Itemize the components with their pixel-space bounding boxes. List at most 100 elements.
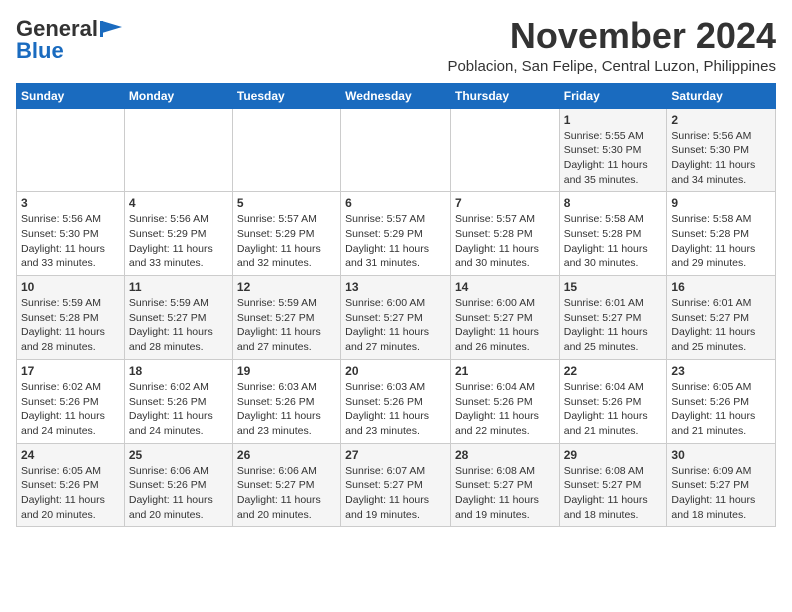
calendar-cell: 6 Sunrise: 5:57 AM Sunset: 5:29 PM Daylig… <box>341 192 451 276</box>
day-detail: Sunrise: 6:01 AM Sunset: 5:27 PM Dayligh… <box>564 296 663 355</box>
day-number: 5 <box>237 196 336 210</box>
day-detail: Sunrise: 5:59 AM Sunset: 5:27 PM Dayligh… <box>237 296 336 355</box>
calendar-cell: 9 Sunrise: 5:58 AM Sunset: 5:28 PM Daylig… <box>667 192 776 276</box>
day-detail: Sunrise: 6:01 AM Sunset: 5:27 PM Dayligh… <box>671 296 771 355</box>
calendar-cell: 21Sunrise: 6:04 AM Sunset: 5:26 PM Dayli… <box>450 359 559 443</box>
calendar-cell: 20 Sunrise: 6:03 AM Sunset: 5:26 PM Dayli… <box>341 359 451 443</box>
calendar-cell: 27 Sunrise: 6:07 AM Sunset: 5:27 PM Dayli… <box>341 443 451 527</box>
calendar-cell <box>232 108 340 192</box>
calendar-cell: 25 Sunrise: 6:06 AM Sunset: 5:26 PM Dayli… <box>124 443 232 527</box>
calendar-cell: 3 Sunrise: 5:56 AM Sunset: 5:30 PM Daylig… <box>17 192 125 276</box>
weekday-header-tuesday: Tuesday <box>232 83 340 108</box>
calendar-cell: 23 Sunrise: 6:05 AM Sunset: 5:26 PM Dayli… <box>667 359 776 443</box>
calendar-cell: 2 Sunrise: 5:56 AM Sunset: 5:30 PM Daylig… <box>667 108 776 192</box>
day-detail: Sunrise: 5:56 AM Sunset: 5:30 PM Dayligh… <box>21 212 120 271</box>
weekday-header-wednesday: Wednesday <box>341 83 451 108</box>
day-detail: Sunrise: 5:57 AM Sunset: 5:28 PM Dayligh… <box>455 212 555 271</box>
day-number: 23 <box>671 364 771 378</box>
weekday-header-row: SundayMondayTuesdayWednesdayThursdayFrid… <box>17 83 776 108</box>
day-detail: Sunrise: 5:58 AM Sunset: 5:28 PM Dayligh… <box>671 212 771 271</box>
calendar-cell: 7 Sunrise: 5:57 AM Sunset: 5:28 PM Daylig… <box>450 192 559 276</box>
day-detail: Sunrise: 5:57 AM Sunset: 5:29 PM Dayligh… <box>345 212 446 271</box>
weekday-header-monday: Monday <box>124 83 232 108</box>
day-number: 30 <box>671 448 771 462</box>
day-detail: Sunrise: 6:08 AM Sunset: 5:27 PM Dayligh… <box>455 464 555 523</box>
day-number: 11 <box>129 280 228 294</box>
day-number: 29 <box>564 448 663 462</box>
day-number: 13 <box>345 280 446 294</box>
calendar: SundayMondayTuesdayWednesdayThursdayFrid… <box>16 83 776 528</box>
calendar-cell: 29Sunrise: 6:08 AM Sunset: 5:27 PM Dayli… <box>559 443 667 527</box>
day-number: 20 <box>345 364 446 378</box>
weekday-header-thursday: Thursday <box>450 83 559 108</box>
day-detail: Sunrise: 5:56 AM Sunset: 5:30 PM Dayligh… <box>671 129 771 188</box>
day-detail: Sunrise: 6:02 AM Sunset: 5:26 PM Dayligh… <box>129 380 228 439</box>
title-area: November 2024 Poblacion, San Felipe, Cen… <box>447 16 776 75</box>
day-number: 8 <box>564 196 663 210</box>
day-detail: Sunrise: 5:59 AM Sunset: 5:28 PM Dayligh… <box>21 296 120 355</box>
day-number: 4 <box>129 196 228 210</box>
day-number: 1 <box>564 113 663 127</box>
week-row-4: 17 Sunrise: 6:02 AM Sunset: 5:26 PM Dayli… <box>17 359 776 443</box>
calendar-cell <box>450 108 559 192</box>
calendar-cell: 28 Sunrise: 6:08 AM Sunset: 5:27 PM Dayli… <box>450 443 559 527</box>
calendar-cell: 11 Sunrise: 5:59 AM Sunset: 5:27 PM Dayli… <box>124 276 232 360</box>
calendar-cell: 10Sunrise: 5:59 AM Sunset: 5:28 PM Dayli… <box>17 276 125 360</box>
day-number: 26 <box>237 448 336 462</box>
day-number: 2 <box>671 113 771 127</box>
calendar-cell <box>341 108 451 192</box>
calendar-cell: 24 Sunrise: 6:05 AM Sunset: 5:26 PM Dayli… <box>17 443 125 527</box>
day-detail: Sunrise: 5:56 AM Sunset: 5:29 PM Dayligh… <box>129 212 228 271</box>
day-number: 9 <box>671 196 771 210</box>
calendar-cell: 13 Sunrise: 6:00 AM Sunset: 5:27 PM Dayli… <box>341 276 451 360</box>
day-detail: Sunrise: 6:03 AM Sunset: 5:26 PM Dayligh… <box>345 380 446 439</box>
day-number: 7 <box>455 196 555 210</box>
month-title: November 2024 <box>447 16 776 56</box>
day-number: 3 <box>21 196 120 210</box>
calendar-cell: 15 Sunrise: 6:01 AM Sunset: 5:27 PM Dayli… <box>559 276 667 360</box>
day-number: 15 <box>564 280 663 294</box>
calendar-cell: 16Sunrise: 6:01 AM Sunset: 5:27 PM Dayli… <box>667 276 776 360</box>
day-detail: Sunrise: 6:09 AM Sunset: 5:27 PM Dayligh… <box>671 464 771 523</box>
weekday-header-saturday: Saturday <box>667 83 776 108</box>
calendar-cell: 1 Sunrise: 5:55 AM Sunset: 5:30 PM Daylig… <box>559 108 667 192</box>
calendar-cell: 5 Sunrise: 5:57 AM Sunset: 5:29 PM Daylig… <box>232 192 340 276</box>
calendar-cell: 30 Sunrise: 6:09 AM Sunset: 5:27 PM Dayli… <box>667 443 776 527</box>
day-detail: Sunrise: 6:05 AM Sunset: 5:26 PM Dayligh… <box>671 380 771 439</box>
week-row-2: 3 Sunrise: 5:56 AM Sunset: 5:30 PM Daylig… <box>17 192 776 276</box>
calendar-cell: 19Sunrise: 6:03 AM Sunset: 5:26 PM Dayli… <box>232 359 340 443</box>
day-detail: Sunrise: 6:00 AM Sunset: 5:27 PM Dayligh… <box>345 296 446 355</box>
calendar-cell <box>17 108 125 192</box>
calendar-cell: 8Sunrise: 5:58 AM Sunset: 5:28 PM Daylig… <box>559 192 667 276</box>
calendar-cell <box>124 108 232 192</box>
day-detail: Sunrise: 6:05 AM Sunset: 5:26 PM Dayligh… <box>21 464 120 523</box>
day-detail: Sunrise: 6:06 AM Sunset: 5:27 PM Dayligh… <box>237 464 336 523</box>
week-row-5: 24 Sunrise: 6:05 AM Sunset: 5:26 PM Dayli… <box>17 443 776 527</box>
day-number: 21 <box>455 364 555 378</box>
calendar-cell: 17Sunrise: 6:02 AM Sunset: 5:26 PM Dayli… <box>17 359 125 443</box>
day-detail: Sunrise: 6:03 AM Sunset: 5:26 PM Dayligh… <box>237 380 336 439</box>
calendar-cell: 22Sunrise: 6:04 AM Sunset: 5:26 PM Dayli… <box>559 359 667 443</box>
day-number: 6 <box>345 196 446 210</box>
day-detail: Sunrise: 6:00 AM Sunset: 5:27 PM Dayligh… <box>455 296 555 355</box>
day-number: 24 <box>21 448 120 462</box>
day-detail: Sunrise: 6:04 AM Sunset: 5:26 PM Dayligh… <box>564 380 663 439</box>
day-detail: Sunrise: 5:59 AM Sunset: 5:27 PM Dayligh… <box>129 296 228 355</box>
logo-flag-icon <box>100 21 122 37</box>
calendar-cell: 18 Sunrise: 6:02 AM Sunset: 5:26 PM Dayli… <box>124 359 232 443</box>
logo: General Blue <box>16 16 122 64</box>
weekday-header-sunday: Sunday <box>17 83 125 108</box>
day-number: 27 <box>345 448 446 462</box>
calendar-cell: 26 Sunrise: 6:06 AM Sunset: 5:27 PM Dayli… <box>232 443 340 527</box>
location: Poblacion, San Felipe, Central Luzon, Ph… <box>447 58 776 75</box>
day-number: 25 <box>129 448 228 462</box>
day-number: 28 <box>455 448 555 462</box>
day-number: 17 <box>21 364 120 378</box>
day-detail: Sunrise: 5:57 AM Sunset: 5:29 PM Dayligh… <box>237 212 336 271</box>
week-row-3: 10Sunrise: 5:59 AM Sunset: 5:28 PM Dayli… <box>17 276 776 360</box>
day-detail: Sunrise: 6:07 AM Sunset: 5:27 PM Dayligh… <box>345 464 446 523</box>
day-number: 18 <box>129 364 228 378</box>
day-detail: Sunrise: 6:06 AM Sunset: 5:26 PM Dayligh… <box>129 464 228 523</box>
week-row-1: 1 Sunrise: 5:55 AM Sunset: 5:30 PM Daylig… <box>17 108 776 192</box>
day-detail: Sunrise: 5:55 AM Sunset: 5:30 PM Dayligh… <box>564 129 663 188</box>
